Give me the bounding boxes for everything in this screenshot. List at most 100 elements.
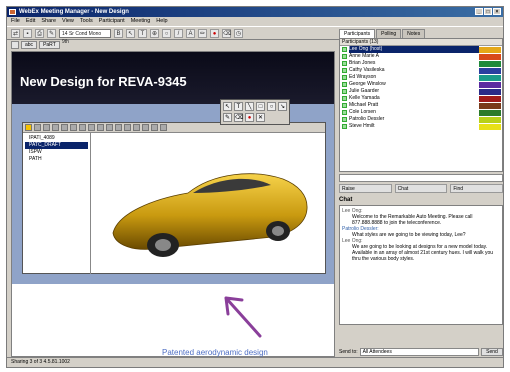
tool-icon[interactable] — [115, 124, 122, 131]
tool-icon[interactable] — [79, 124, 86, 131]
pointer-icon[interactable]: ↖ — [223, 102, 232, 111]
shape-icon[interactable]: ○ — [162, 28, 171, 38]
share-icon[interactable]: ⇄ — [11, 28, 20, 38]
zoom-icon[interactable]: ⊕ — [150, 28, 159, 38]
participant-color-swatch — [479, 67, 501, 74]
slide-tab-3[interactable]: PaRT — [39, 41, 60, 49]
eraser-icon[interactable]: ⌫ — [234, 113, 243, 122]
participant-row[interactable]: Julie Gaarder — [340, 88, 502, 95]
participant-color-swatch — [479, 74, 501, 81]
chat-entry: Lee Ong: Welcome to the Remarkable Auto … — [342, 208, 500, 226]
tool-icon[interactable] — [88, 124, 95, 131]
tool-icon[interactable] — [160, 124, 167, 131]
participant-row[interactable]: Lee Ong (host) — [340, 46, 502, 53]
menu-file[interactable]: File — [11, 17, 20, 26]
line-icon[interactable]: ╲ — [245, 102, 254, 111]
arrow-icon[interactable]: ↘ — [278, 102, 287, 111]
folder-icon[interactable] — [25, 124, 32, 131]
tool-icon[interactable] — [151, 124, 158, 131]
circle-icon[interactable]: ○ — [267, 102, 276, 111]
tool-icon[interactable] — [61, 124, 68, 131]
tool-icon[interactable] — [70, 124, 77, 131]
participant-color-swatch — [479, 81, 501, 88]
tab-notes[interactable]: Notes — [402, 29, 426, 38]
font-select[interactable]: 14 Sr Cond Mono 9th — [59, 28, 111, 45]
menu-help[interactable]: Help — [156, 17, 167, 26]
clear-icon[interactable]: ✕ — [256, 113, 265, 122]
text-icon[interactable]: T — [138, 28, 147, 38]
line-icon[interactable]: / — [174, 28, 183, 38]
participant-row[interactable]: Michael Pratt — [340, 102, 502, 109]
tree-item[interactable]: IPATI_4089 — [25, 135, 88, 142]
app-window: WebEx Meeting Manager - New Design _ □ ×… — [6, 6, 504, 368]
tool-icon[interactable] — [124, 124, 131, 131]
tool-icon[interactable] — [43, 124, 50, 131]
tab-participants[interactable]: Participants — [339, 29, 376, 38]
color-icon[interactable]: ● — [245, 113, 254, 122]
eraser-icon[interactable]: ⌫ — [222, 28, 231, 38]
tool-icon[interactable] — [133, 124, 140, 131]
pen-icon[interactable]: ✎ — [223, 113, 232, 122]
participant-row[interactable]: Anne Marie A — [340, 53, 502, 60]
participant-row[interactable]: Cathy Vasileska — [340, 67, 502, 74]
highlight-icon[interactable]: ✏ — [198, 28, 207, 38]
chat-button[interactable]: Chat — [394, 184, 448, 193]
participant-row[interactable]: Patrolio Dessler — [340, 116, 502, 123]
tool-icon[interactable] — [34, 124, 41, 131]
participant-row[interactable]: Brian Jones — [340, 60, 502, 67]
phone-icon — [342, 61, 347, 66]
maximize-icon[interactable]: □ — [484, 8, 492, 15]
participant-row[interactable]: Kelle Yamada — [340, 95, 502, 102]
chat-log[interactable]: Lee Ong: Welcome to the Remarkable Auto … — [339, 205, 503, 325]
color-icon[interactable]: ● — [210, 28, 219, 38]
find-input[interactable] — [339, 174, 503, 182]
phone-icon — [342, 75, 347, 80]
participant-row[interactable]: Steve Hmilt — [340, 123, 502, 130]
tool-icon[interactable] — [97, 124, 104, 131]
slide-tabs: abc PaRT — [7, 40, 335, 50]
menu-edit[interactable]: Edit — [26, 17, 35, 26]
tool-icon[interactable] — [142, 124, 149, 131]
participant-list-header: Participants (13) — [340, 39, 502, 46]
participant-row[interactable]: George Winslow — [340, 81, 502, 88]
annotate-icon[interactable]: ✎ — [47, 28, 56, 38]
tree-item[interactable]: ISPW — [25, 149, 88, 156]
clock-icon[interactable]: ◷ — [234, 28, 243, 38]
slide-tab-2[interactable]: abc — [21, 41, 38, 49]
menu-tools[interactable]: Tools — [80, 17, 93, 26]
phone-icon — [342, 103, 347, 108]
close-icon[interactable]: × — [493, 8, 501, 15]
tab-polling[interactable]: Polling — [376, 29, 402, 38]
send-button[interactable]: Send — [481, 347, 503, 356]
participant-actions: Raise Chat Find — [339, 184, 504, 193]
font-icon[interactable]: A — [186, 28, 195, 38]
participant-row[interactable]: Ed Wrayson — [340, 74, 502, 81]
presentation-stage: New Design for REVA-9345 IPATI_4089 PATC… — [11, 51, 335, 357]
minimize-icon[interactable]: _ — [475, 8, 483, 15]
phone-icon — [342, 54, 347, 59]
menu-meeting[interactable]: Meeting — [131, 17, 151, 26]
phone-icon — [342, 110, 347, 115]
car-image — [112, 173, 308, 257]
pointer-icon[interactable]: ↖ — [126, 28, 135, 38]
participant-row[interactable]: Cole Lorsen — [340, 109, 502, 116]
menu-share[interactable]: Share — [41, 17, 56, 26]
slide-tab-1[interactable] — [11, 41, 19, 49]
rectangle-icon[interactable]: □ — [256, 102, 265, 111]
text-icon[interactable]: T — [234, 102, 243, 111]
menu-participant[interactable]: Participant — [99, 17, 125, 26]
title-bar: WebEx Meeting Manager - New Design _ □ × — [7, 7, 503, 17]
tree-item[interactable]: PATH — [25, 156, 88, 163]
chat-message: We are going to be looking at designs fo… — [352, 244, 494, 262]
participant-name: George Winslow — [349, 81, 386, 87]
tool-icon[interactable] — [52, 124, 59, 131]
send-to-select[interactable]: All Attendees — [359, 347, 479, 356]
bold-icon[interactable]: B — [114, 28, 123, 38]
raise-hand-button[interactable]: Raise — [339, 184, 392, 193]
save-icon[interactable]: ▪ — [23, 28, 32, 38]
tree-item[interactable]: PATC_DRAFT — [25, 142, 88, 149]
tool-icon[interactable] — [106, 124, 113, 131]
menu-view[interactable]: View — [62, 17, 74, 26]
print-icon[interactable]: ⎙ — [35, 28, 44, 38]
find-button[interactable]: Find — [450, 184, 504, 193]
